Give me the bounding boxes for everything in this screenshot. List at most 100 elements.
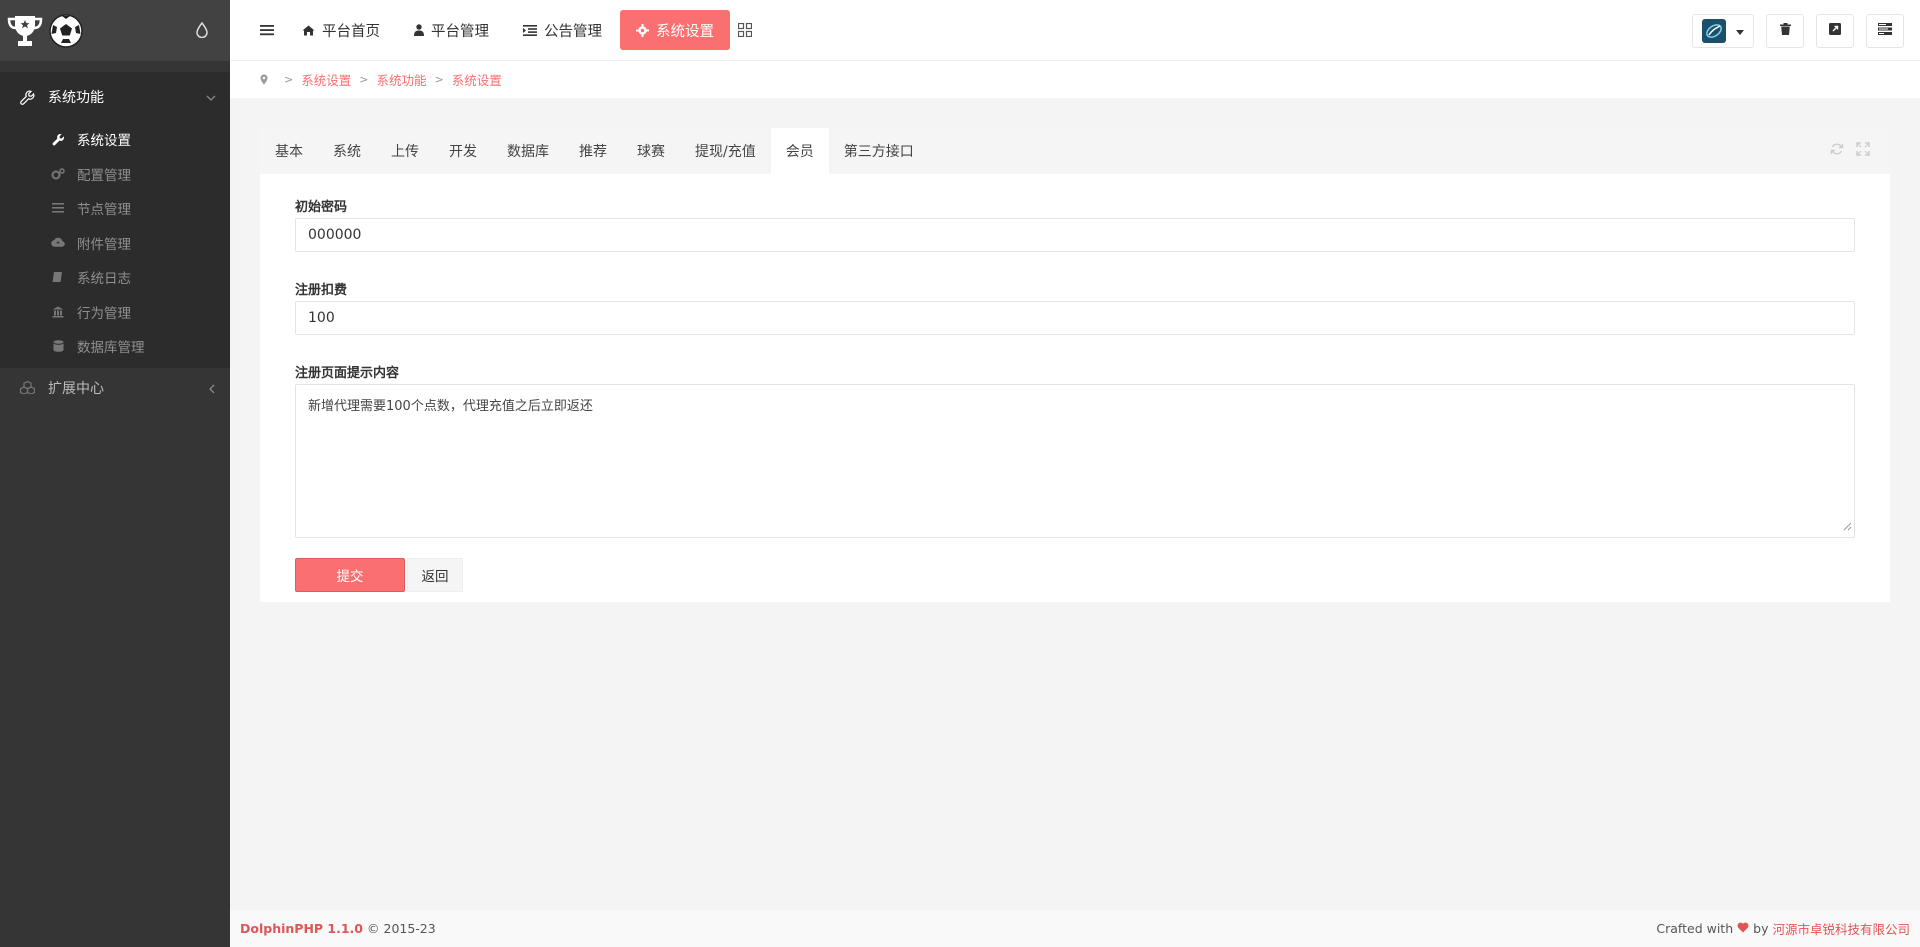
nav-platform-manage[interactable]: 平台管理: [398, 10, 505, 50]
init-password-label: 初始密码: [295, 200, 348, 215]
tab-label: 球赛: [637, 144, 665, 160]
breadcrumb-item[interactable]: 系统设置: [452, 70, 502, 89]
chevron-left-icon: [208, 382, 216, 398]
theme-drop-icon[interactable]: [196, 21, 208, 42]
external-link-icon: [1829, 23, 1841, 39]
footer: DolphinPHP 1.1.0 © 2015-23 Crafted with …: [230, 910, 1920, 947]
gears-icon: [51, 168, 65, 180]
wrench-icon: [20, 90, 36, 105]
sidebar-item-label: 系统日志: [77, 271, 131, 288]
tab-basic[interactable]: 基本: [260, 128, 318, 174]
register-fee-field[interactable]: 100: [295, 301, 1855, 335]
book-icon: [51, 271, 65, 283]
tab-withdraw-recharge[interactable]: 提现/充值: [680, 128, 771, 174]
nav-announcements[interactable]: 公告管理: [507, 10, 618, 50]
member-settings-form: 初始密码 000000 注册扣费 100 注册页面提示内容 新增代理需要100个…: [260, 174, 1890, 592]
soccer-ball-icon: [49, 13, 83, 48]
tab-system[interactable]: 系统: [318, 128, 376, 174]
footer-brand[interactable]: DolphinPHP 1.1.0: [240, 921, 363, 936]
clear-cache-button[interactable]: [1766, 14, 1804, 48]
tasks-icon: [1878, 23, 1892, 39]
sidebar-item-label: 系统设置: [77, 133, 131, 150]
tab-label: 第三方接口: [843, 144, 914, 160]
home-icon: [302, 25, 315, 36]
tab-database[interactable]: 数据库: [492, 128, 564, 174]
sidebar-submenu: 系统设置 配置管理 节点管理 附件管理 系统日志 行为管理 数据库管理: [0, 122, 230, 368]
hamburger-icon: [260, 25, 274, 36]
sidebar-item-label: 配置管理: [77, 167, 131, 184]
logo[interactable]: [6, 13, 84, 49]
breadcrumb: > 系统设置 > 系统功能 > 系统设置: [230, 61, 1920, 98]
map-marker-icon: [260, 74, 268, 85]
breadcrumb-item[interactable]: 系统功能: [376, 70, 426, 89]
nav-label: 系统设置: [656, 23, 714, 40]
avatar: [1702, 19, 1726, 43]
sidebar-item-label: 附件管理: [77, 236, 131, 253]
sidebar-item-logs[interactable]: 系统日志: [0, 260, 230, 295]
wrench-icon: [51, 133, 65, 146]
bank-icon: [51, 306, 65, 318]
sidebar-item-label: 节点管理: [77, 202, 131, 219]
register-tip-textarea[interactable]: 新增代理需要100个点数，代理充值之后立即返还: [295, 384, 1855, 538]
back-button[interactable]: 返回: [407, 558, 463, 592]
footer-company-link[interactable]: 河源市卓锐科技有限公司: [1772, 919, 1910, 938]
tab-third-party[interactable]: 第三方接口: [829, 128, 929, 174]
tab-develop[interactable]: 开发: [434, 128, 492, 174]
user-menu-button[interactable]: [1692, 14, 1754, 48]
open-site-button[interactable]: [1816, 14, 1854, 48]
nav-label: 平台首页: [322, 23, 380, 40]
sidebar-item-actions[interactable]: 行为管理: [0, 295, 230, 330]
register-tip-label: 注册页面提示内容: [295, 366, 400, 381]
tab-label: 提现/充值: [695, 144, 756, 160]
resize-handle-icon[interactable]: [1843, 520, 1852, 535]
tab-matches[interactable]: 球赛: [622, 128, 680, 174]
nav-platform-home[interactable]: 平台首页: [286, 10, 396, 50]
init-password-field[interactable]: 000000: [295, 218, 1855, 252]
tab-label: 系统: [333, 144, 361, 160]
caret-down-icon: [1736, 23, 1744, 39]
register-tip-value: 新增代理需要100个点数，代理充值之后立即返还: [308, 399, 593, 414]
nav-label: 平台管理: [431, 23, 489, 40]
register-fee-value: 100: [308, 310, 335, 326]
database-icon: [51, 340, 65, 353]
footer-copyright: © 2015-23: [367, 921, 436, 936]
sidebar-item-system-settings[interactable]: 系统设置: [0, 122, 230, 157]
sidebar-group-label: 扩展中心: [48, 380, 104, 397]
sidebar-item-label: 数据库管理: [77, 340, 145, 357]
footer-by: by: [1753, 921, 1769, 936]
tab-label: 基本: [275, 144, 303, 160]
side-panel-button[interactable]: [1866, 14, 1904, 48]
sidebar-group-label: 系统功能: [48, 90, 104, 106]
nav-label: 公告管理: [544, 23, 602, 40]
tab-recommend[interactable]: 推荐: [564, 128, 622, 174]
sidebar-item-label: 行为管理: [77, 305, 131, 322]
tab-upload[interactable]: 上传: [376, 128, 434, 174]
settings-tabs: 基本 系统 上传 开发 数据库 推荐 球赛 提现/充值 会员 第三方接口: [260, 128, 1890, 174]
sidebar-item-attachments[interactable]: 附件管理: [0, 226, 230, 261]
register-fee-label: 注册扣费: [295, 283, 348, 298]
fullscreen-icon[interactable]: [1856, 142, 1870, 160]
chevron-down-icon: [206, 90, 216, 106]
breadcrumb-item[interactable]: 系统设置: [301, 70, 351, 89]
breadcrumb-separator-icon: >: [359, 73, 369, 86]
refresh-icon[interactable]: [1830, 142, 1844, 160]
tab-member[interactable]: 会员: [770, 128, 829, 174]
apps-grid-icon[interactable]: [738, 23, 752, 37]
sidebar-group-system[interactable]: 系统功能: [0, 72, 230, 122]
gear-icon: [636, 23, 649, 37]
list-indent-icon: [523, 24, 537, 36]
nav-system-settings[interactable]: 系统设置: [620, 10, 730, 50]
heart-icon: [1737, 921, 1749, 936]
user-icon: [414, 24, 424, 36]
footer-crafted-with: Crafted with: [1656, 921, 1734, 936]
card-tools: [1830, 142, 1870, 160]
sidebar-item-nodes[interactable]: 节点管理: [0, 191, 230, 226]
menu-toggle-button[interactable]: [250, 13, 284, 47]
sidebar-group-extensions[interactable]: 扩展中心: [0, 368, 230, 408]
settings-card: 基本 系统 上传 开发 数据库 推荐 球赛 提现/充值 会员 第三方接口 初始密…: [260, 128, 1890, 602]
sidebar-item-config[interactable]: 配置管理: [0, 157, 230, 192]
sidebar-item-database[interactable]: 数据库管理: [0, 329, 230, 364]
tab-label: 开发: [449, 144, 477, 160]
submit-button[interactable]: 提交: [295, 558, 405, 592]
tab-label: 会员: [785, 144, 814, 160]
